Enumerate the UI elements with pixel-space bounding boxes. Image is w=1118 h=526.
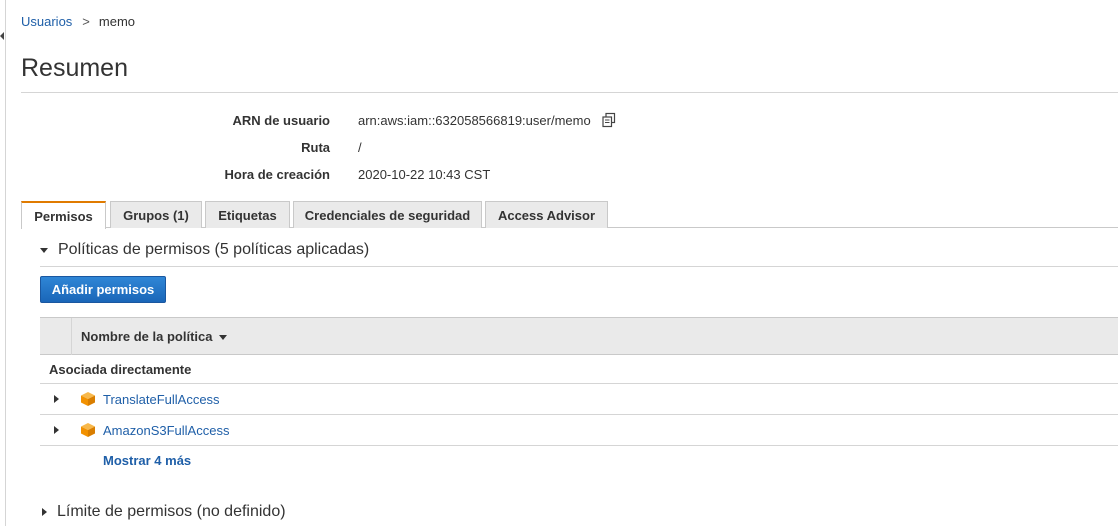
section-divider: [40, 266, 1118, 267]
created-value: 2020-10-22 10:43 CST: [358, 166, 491, 182]
aws-managed-policy-icon: [80, 391, 96, 407]
policy-link[interactable]: TranslateFullAccess: [103, 392, 220, 407]
permission-policies-title: Políticas de permisos (5 políticas aplic…: [58, 241, 370, 258]
sort-caret-down-icon: [219, 335, 228, 340]
tab-permisos[interactable]: Permisos: [21, 201, 106, 229]
tab-access-advisor[interactable]: Access Advisor: [485, 201, 608, 228]
caret-right-icon: [42, 508, 47, 516]
copy-icon[interactable]: [601, 112, 617, 128]
tab-etiquetas[interactable]: Etiquetas: [205, 201, 290, 228]
add-permissions-button[interactable]: Añadir permisos: [40, 276, 166, 303]
policy-name-column-header[interactable]: Nombre de la política: [81, 329, 228, 344]
created-label: Hora de creación: [224, 166, 331, 182]
aws-managed-policy-icon: [80, 422, 96, 438]
title-divider: [21, 92, 1118, 93]
collapse-arrow-icon[interactable]: [0, 32, 4, 40]
permissions-boundary-toggle[interactable]: Límite de permisos (no definido): [40, 503, 286, 521]
arn-label: ARN de usuario: [232, 112, 330, 128]
permission-policies-toggle[interactable]: Políticas de permisos (5 políticas aplic…: [40, 241, 369, 259]
breadcrumb-separator-icon: >: [82, 14, 90, 29]
summary-row-path: Ruta /: [0, 137, 800, 157]
group-label: Asociada directamente: [49, 362, 192, 377]
table-group-row: Asociada directamente: [40, 355, 1118, 384]
summary-row-created: Hora de creación 2020-10-22 10:43 CST: [0, 164, 800, 184]
summary-row-arn: ARN de usuario arn:aws:iam::632058566819…: [0, 110, 800, 130]
path-value: /: [358, 139, 362, 155]
header-select-column: [40, 318, 72, 355]
table-row: AmazonS3FullAccess: [40, 415, 1118, 446]
user-tabs: Permisos Grupos (1) Etiquetas Credencial…: [21, 201, 1118, 229]
path-label: Ruta: [301, 139, 330, 155]
breadcrumb-users-link[interactable]: Usuarios: [21, 14, 72, 29]
breadcrumb-current: memo: [98, 14, 136, 29]
permissions-boundary-title: Límite de permisos (no definido): [57, 503, 286, 520]
tab-grupos[interactable]: Grupos (1): [110, 201, 202, 228]
arn-value-wrap: arn:aws:iam::632058566819:user/memo: [358, 112, 617, 128]
table-header: Nombre de la política: [40, 317, 1118, 355]
caret-down-icon: [40, 247, 48, 253]
arn-value: arn:aws:iam::632058566819:user/memo: [358, 112, 591, 128]
policy-name-header-label: Nombre de la política: [81, 329, 213, 344]
expand-row-icon[interactable]: [54, 426, 59, 434]
policy-link[interactable]: AmazonS3FullAccess: [103, 423, 229, 438]
expand-row-icon[interactable]: [54, 395, 59, 403]
policies-table: Nombre de la política Asociada directame…: [40, 317, 1118, 446]
left-navigation-rail[interactable]: [0, 0, 6, 526]
show-more-link[interactable]: Mostrar 4 más: [103, 453, 191, 468]
breadcrumb: Usuarios > memo: [21, 14, 135, 29]
table-row: TranslateFullAccess: [40, 384, 1118, 415]
tab-credenciales[interactable]: Credenciales de seguridad: [293, 201, 482, 228]
page-title: Resumen: [21, 54, 128, 82]
